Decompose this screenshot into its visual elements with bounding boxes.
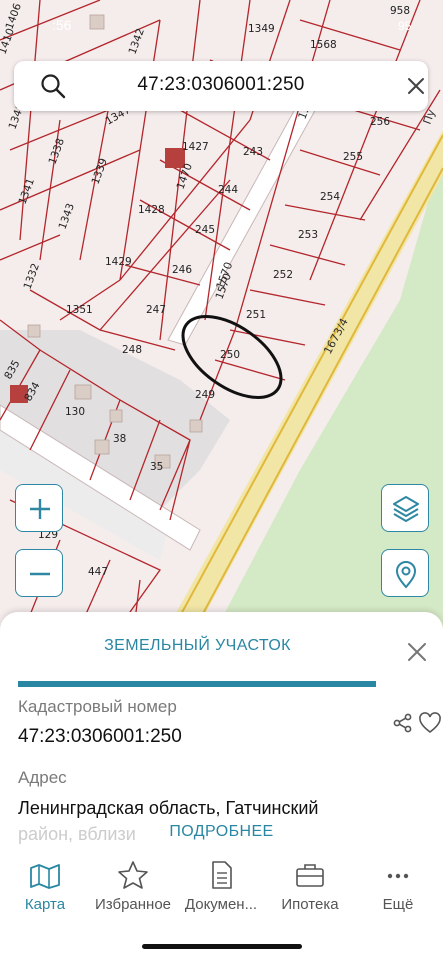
parcel-label: 249 bbox=[195, 389, 215, 401]
plus-icon bbox=[30, 499, 50, 519]
tab-documents-label: Докумен... bbox=[184, 896, 258, 913]
parcel-label: 1349 bbox=[248, 23, 275, 35]
loading-progress-bar bbox=[18, 681, 376, 687]
cadastral-number-label: Кадастровый номер bbox=[18, 697, 177, 716]
parcel-label: 1429 bbox=[105, 256, 132, 268]
status-battery: 95 bbox=[398, 19, 412, 33]
tab-map-label: Карта bbox=[24, 896, 66, 913]
home-indicator bbox=[142, 944, 302, 949]
zoom-out-button[interactable] bbox=[15, 549, 63, 597]
tab-documents[interactable]: Докумен... bbox=[176, 850, 266, 913]
parcel-label: 958 bbox=[390, 5, 410, 17]
tab-mortgage-label: Ипотека bbox=[281, 896, 339, 913]
address-line-1: Ленинградская область, Гатчинский bbox=[18, 798, 319, 818]
parcel-label: 251 bbox=[246, 309, 266, 321]
parcel-label: 1351 bbox=[66, 304, 93, 316]
parcel-label: 35 bbox=[150, 461, 163, 473]
parcel-label: 1428 bbox=[138, 204, 165, 216]
parcel-label: 38 bbox=[113, 433, 126, 445]
more-details-button[interactable]: ПОДРОБНЕЕ bbox=[165, 823, 278, 840]
parcel-label: 243 bbox=[243, 146, 263, 158]
search-bar[interactable]: 47:23:0306001:250 bbox=[14, 61, 428, 111]
parcel-label: 1427 bbox=[182, 141, 209, 153]
parcel-label: 252 bbox=[273, 269, 293, 281]
map-icon bbox=[30, 864, 60, 889]
star-icon bbox=[118, 861, 148, 889]
close-icon[interactable] bbox=[405, 75, 427, 97]
location-pin-icon bbox=[395, 561, 417, 589]
zoom-in-button[interactable] bbox=[15, 484, 63, 532]
minus-icon bbox=[30, 572, 50, 576]
parcel-label: 1568 bbox=[310, 39, 337, 51]
parcel-label: 255 bbox=[343, 151, 363, 163]
tab-more[interactable]: Ещё bbox=[353, 850, 443, 913]
parcel-label: 248 bbox=[122, 344, 142, 356]
parcel-label: 244 bbox=[218, 184, 238, 196]
layers-button[interactable] bbox=[381, 484, 429, 532]
parcel-label: 256 bbox=[370, 116, 390, 128]
close-icon[interactable] bbox=[406, 641, 428, 663]
search-input[interactable]: 47:23:0306001:250 bbox=[14, 74, 428, 96]
tab-favorites-label: Избранное bbox=[94, 896, 172, 913]
location-button[interactable] bbox=[381, 549, 429, 597]
sheet-title: ЗЕМЕЛЬНЫЙ УЧАСТОК bbox=[104, 637, 291, 654]
address-label: Адрес bbox=[18, 768, 67, 787]
more-dots-icon bbox=[387, 873, 409, 879]
parcel-label: 254 bbox=[320, 191, 340, 203]
parcel-label: 447 bbox=[88, 566, 108, 578]
parcel-label: 250 bbox=[220, 349, 240, 361]
heart-icon[interactable] bbox=[418, 712, 442, 734]
tab-mortgage[interactable]: Ипотека bbox=[265, 850, 355, 913]
briefcase-icon bbox=[296, 864, 324, 887]
status-time: :56 bbox=[52, 17, 72, 33]
tab-map[interactable]: Карта bbox=[0, 850, 90, 913]
document-icon bbox=[212, 861, 232, 889]
tab-more-label: Ещё bbox=[382, 896, 414, 913]
cadastral-number-value: 47:23:0306001:250 bbox=[18, 726, 182, 747]
parcel-label: 246 bbox=[172, 264, 192, 276]
parcel-label: 130 bbox=[65, 406, 85, 418]
layers-icon bbox=[393, 496, 419, 522]
parcel-label: 247 bbox=[146, 304, 166, 316]
share-icon[interactable] bbox=[393, 713, 413, 733]
parcel-label: 245 bbox=[195, 224, 215, 236]
parcel-label: 253 bbox=[298, 229, 318, 241]
tab-favorites[interactable]: Избранное bbox=[88, 850, 178, 913]
